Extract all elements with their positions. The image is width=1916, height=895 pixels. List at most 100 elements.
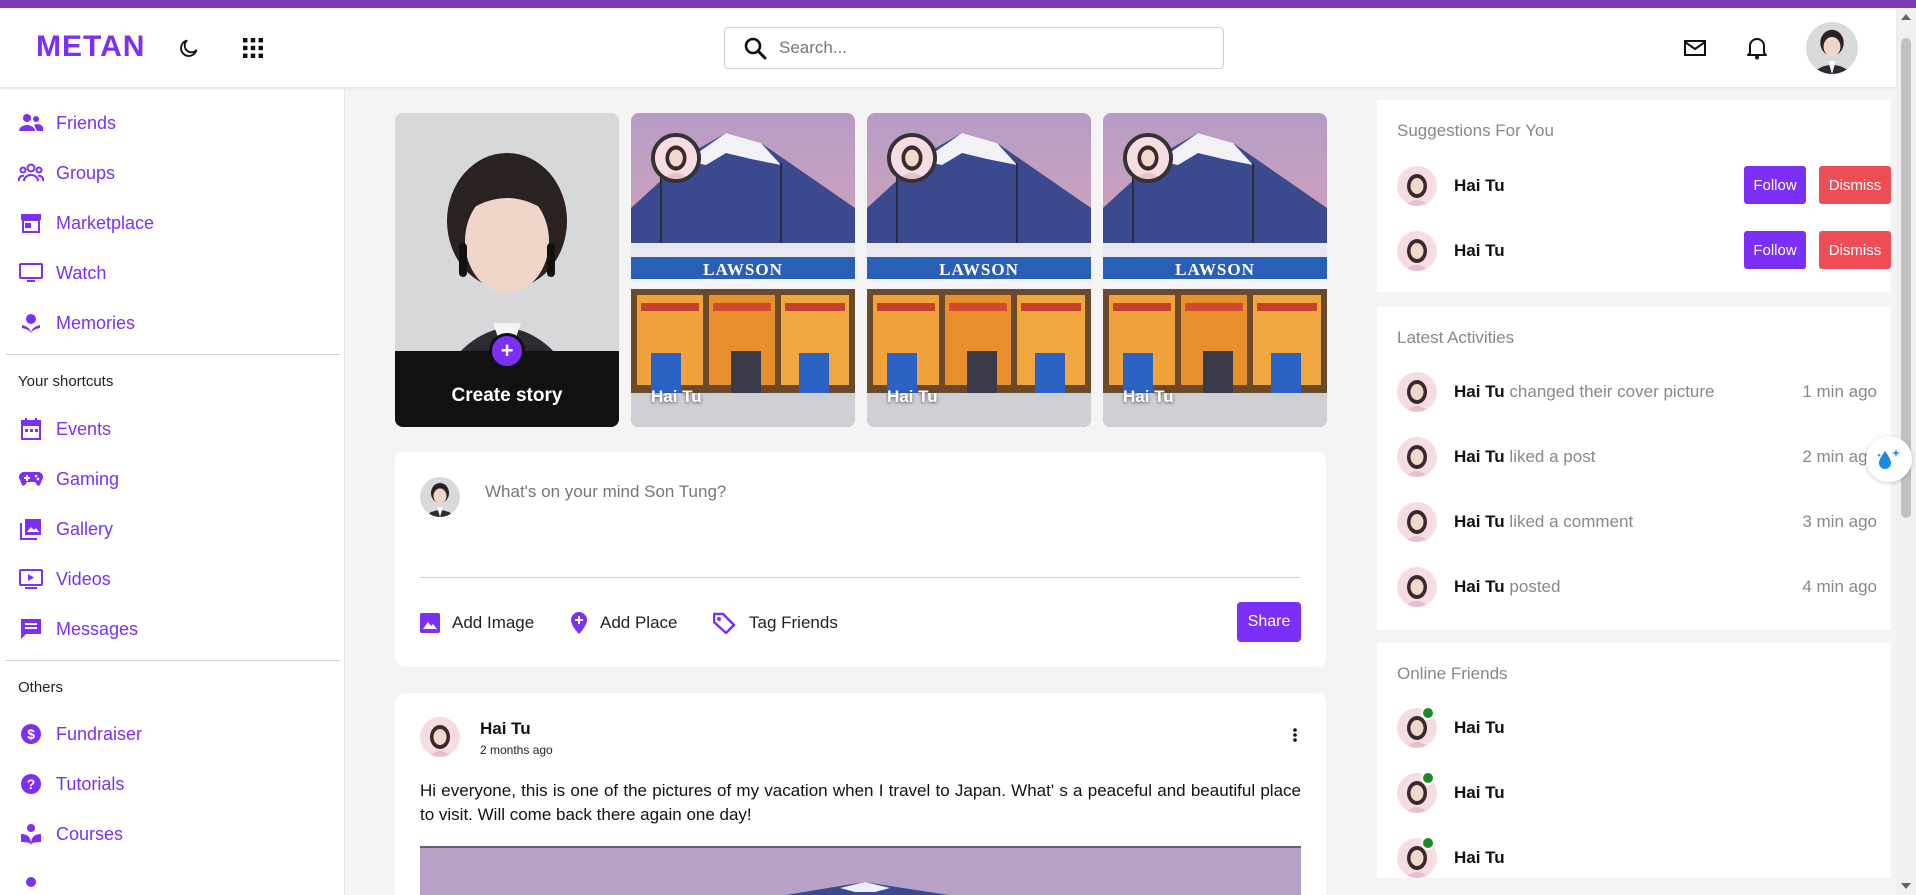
sidebar-item-marketplace[interactable]: Marketplace <box>18 208 154 238</box>
add-image-label: Add Image <box>452 613 535 632</box>
image-icon <box>420 613 440 633</box>
dismiss-button[interactable]: Dismiss <box>1819 231 1891 269</box>
sidebar-item-courses[interactable]: Courses <box>18 819 123 849</box>
gamepad-icon <box>18 466 44 492</box>
online-friend-row[interactable]: Hai Tu <box>1397 771 1877 813</box>
others-heading: Others <box>18 679 64 696</box>
sidebar-item-label: Marketplace <box>56 212 155 233</box>
avatar[interactable] <box>1397 372 1437 412</box>
story-avatar <box>887 133 937 183</box>
post-timestamp: 2 months ago <box>480 743 553 757</box>
help-icon: ? <box>18 771 44 797</box>
story-card[interactable]: Hai Tu <box>631 113 855 427</box>
scroll-down-arrow[interactable] <box>1901 883 1911 889</box>
activity-user[interactable]: Hai Tu <box>1454 577 1505 596</box>
search-input[interactable] <box>779 38 1199 58</box>
tag-friends-label: Tag Friends <box>749 613 838 632</box>
post-composer: What's on your mind Son Tung? Add Image … <box>395 452 1326 667</box>
story-card[interactable]: Hai Tu <box>1103 113 1327 427</box>
scroll-up-arrow[interactable] <box>1901 14 1911 20</box>
apps-grid-icon[interactable] <box>238 33 268 63</box>
create-story-label: Create story <box>451 385 563 406</box>
create-story-bar: + Create story <box>395 333 619 427</box>
sidebar-item-gaming[interactable]: Gaming <box>18 464 119 494</box>
online-status-dot <box>1421 836 1435 850</box>
moon-icon[interactable] <box>174 33 204 63</box>
sidebar-item-videos[interactable]: Videos <box>18 564 111 594</box>
app-logo[interactable]: METAN <box>36 30 145 64</box>
activity-user[interactable]: Hai Tu <box>1454 382 1505 401</box>
tag-friends-button[interactable]: Tag Friends <box>713 608 838 638</box>
create-story-card[interactable]: + Create story <box>395 113 619 427</box>
calendar-icon <box>18 416 44 442</box>
more-options-icon[interactable] <box>1285 723 1305 747</box>
friends-icon <box>18 110 44 136</box>
avatar[interactable] <box>1397 166 1437 206</box>
video-icon <box>18 566 44 592</box>
shortcuts-heading: Your shortcuts <box>18 373 114 390</box>
composer-divider <box>420 577 1300 578</box>
activity-text: Hai Tu liked a comment <box>1454 512 1633 532</box>
post-author-name[interactable]: Hai Tu <box>480 719 531 739</box>
mail-icon[interactable] <box>1680 33 1710 63</box>
sidebar-item-messages[interactable]: Messages <box>18 614 138 644</box>
user-avatar[interactable] <box>1806 22 1858 74</box>
sidebar-item-watch[interactable]: Watch <box>18 258 106 288</box>
activity-time: 1 min ago <box>1802 382 1877 401</box>
follow-button[interactable]: Follow <box>1744 231 1806 269</box>
sidebar-item-events[interactable]: Events <box>18 414 111 444</box>
sidebar-item-groups[interactable]: Groups <box>18 158 115 188</box>
follow-button[interactable]: Follow <box>1744 166 1806 204</box>
post-author-avatar[interactable] <box>420 717 460 757</box>
post-image[interactable] <box>420 846 1301 895</box>
online-friend-name[interactable]: Hai Tu <box>1454 783 1505 803</box>
activity-user[interactable]: Hai Tu <box>1454 512 1505 531</box>
message-icon <box>18 616 44 642</box>
suggestion-name[interactable]: Hai Tu <box>1454 176 1505 196</box>
suggestion-name[interactable]: Hai Tu <box>1454 241 1505 261</box>
dismiss-button[interactable]: Dismiss <box>1819 166 1891 204</box>
add-place-button[interactable]: Add Place <box>570 608 678 638</box>
suggestion-row: Hai Tu Follow Dismiss <box>1397 231 1891 271</box>
sidebar-item-friends[interactable]: Friends <box>18 108 116 138</box>
sidebar-item-gallery[interactable]: Gallery <box>18 514 113 544</box>
share-button[interactable]: Share <box>1237 602 1301 642</box>
online-friend-row[interactable]: Hai Tu <box>1397 706 1877 748</box>
gallery-icon <box>18 516 44 542</box>
activity-user[interactable]: Hai Tu <box>1454 447 1505 466</box>
plus-icon[interactable]: + <box>489 333 525 369</box>
memories-icon <box>18 310 44 336</box>
bell-icon[interactable] <box>1742 33 1772 63</box>
dollar-icon: $ <box>18 721 44 747</box>
online-friends-title: Online Friends <box>1397 664 1508 683</box>
story-name: Hai Tu <box>1123 387 1174 406</box>
activities-card: Latest Activities Hai Tu changed their c… <box>1377 307 1891 630</box>
sidebar-divider <box>6 354 340 355</box>
floating-assistant-button[interactable] <box>1866 436 1912 482</box>
add-place-label: Add Place <box>600 613 678 632</box>
activity-row: Hai Tu posted 4 min ago <box>1397 567 1877 607</box>
sidebar-item-partial[interactable] <box>18 867 44 895</box>
sidebar-item-fundraiser[interactable]: $ Fundraiser <box>18 719 142 749</box>
story-card[interactable]: Hai Tu <box>867 113 1091 427</box>
activity-time: 3 min ago <box>1802 512 1877 531</box>
left-sidebar: Friends Groups Marketplace Watch Memorie… <box>0 89 345 895</box>
courses-icon <box>18 821 44 847</box>
sidebar-item-memories[interactable]: Memories <box>18 308 135 338</box>
avatar[interactable] <box>1397 502 1437 542</box>
sidebar-item-tutorials[interactable]: ? Tutorials <box>18 769 124 799</box>
avatar[interactable] <box>1397 567 1437 607</box>
activity-text: Hai Tu posted <box>1454 577 1560 597</box>
add-image-button[interactable]: Add Image <box>420 608 534 638</box>
composer-avatar <box>420 477 460 517</box>
avatar[interactable] <box>1397 231 1437 271</box>
online-friend-name[interactable]: Hai Tu <box>1454 848 1505 868</box>
search-bar[interactable] <box>724 27 1224 69</box>
composer-input[interactable]: What's on your mind Son Tung? <box>485 482 726 502</box>
groups-icon <box>18 160 44 186</box>
online-friend-name[interactable]: Hai Tu <box>1454 718 1505 738</box>
activity-action: liked a comment <box>1509 512 1634 531</box>
online-friend-row[interactable]: Hai Tu <box>1397 836 1877 878</box>
activity-text: Hai Tu liked a post <box>1454 447 1595 467</box>
avatar[interactable] <box>1397 437 1437 477</box>
